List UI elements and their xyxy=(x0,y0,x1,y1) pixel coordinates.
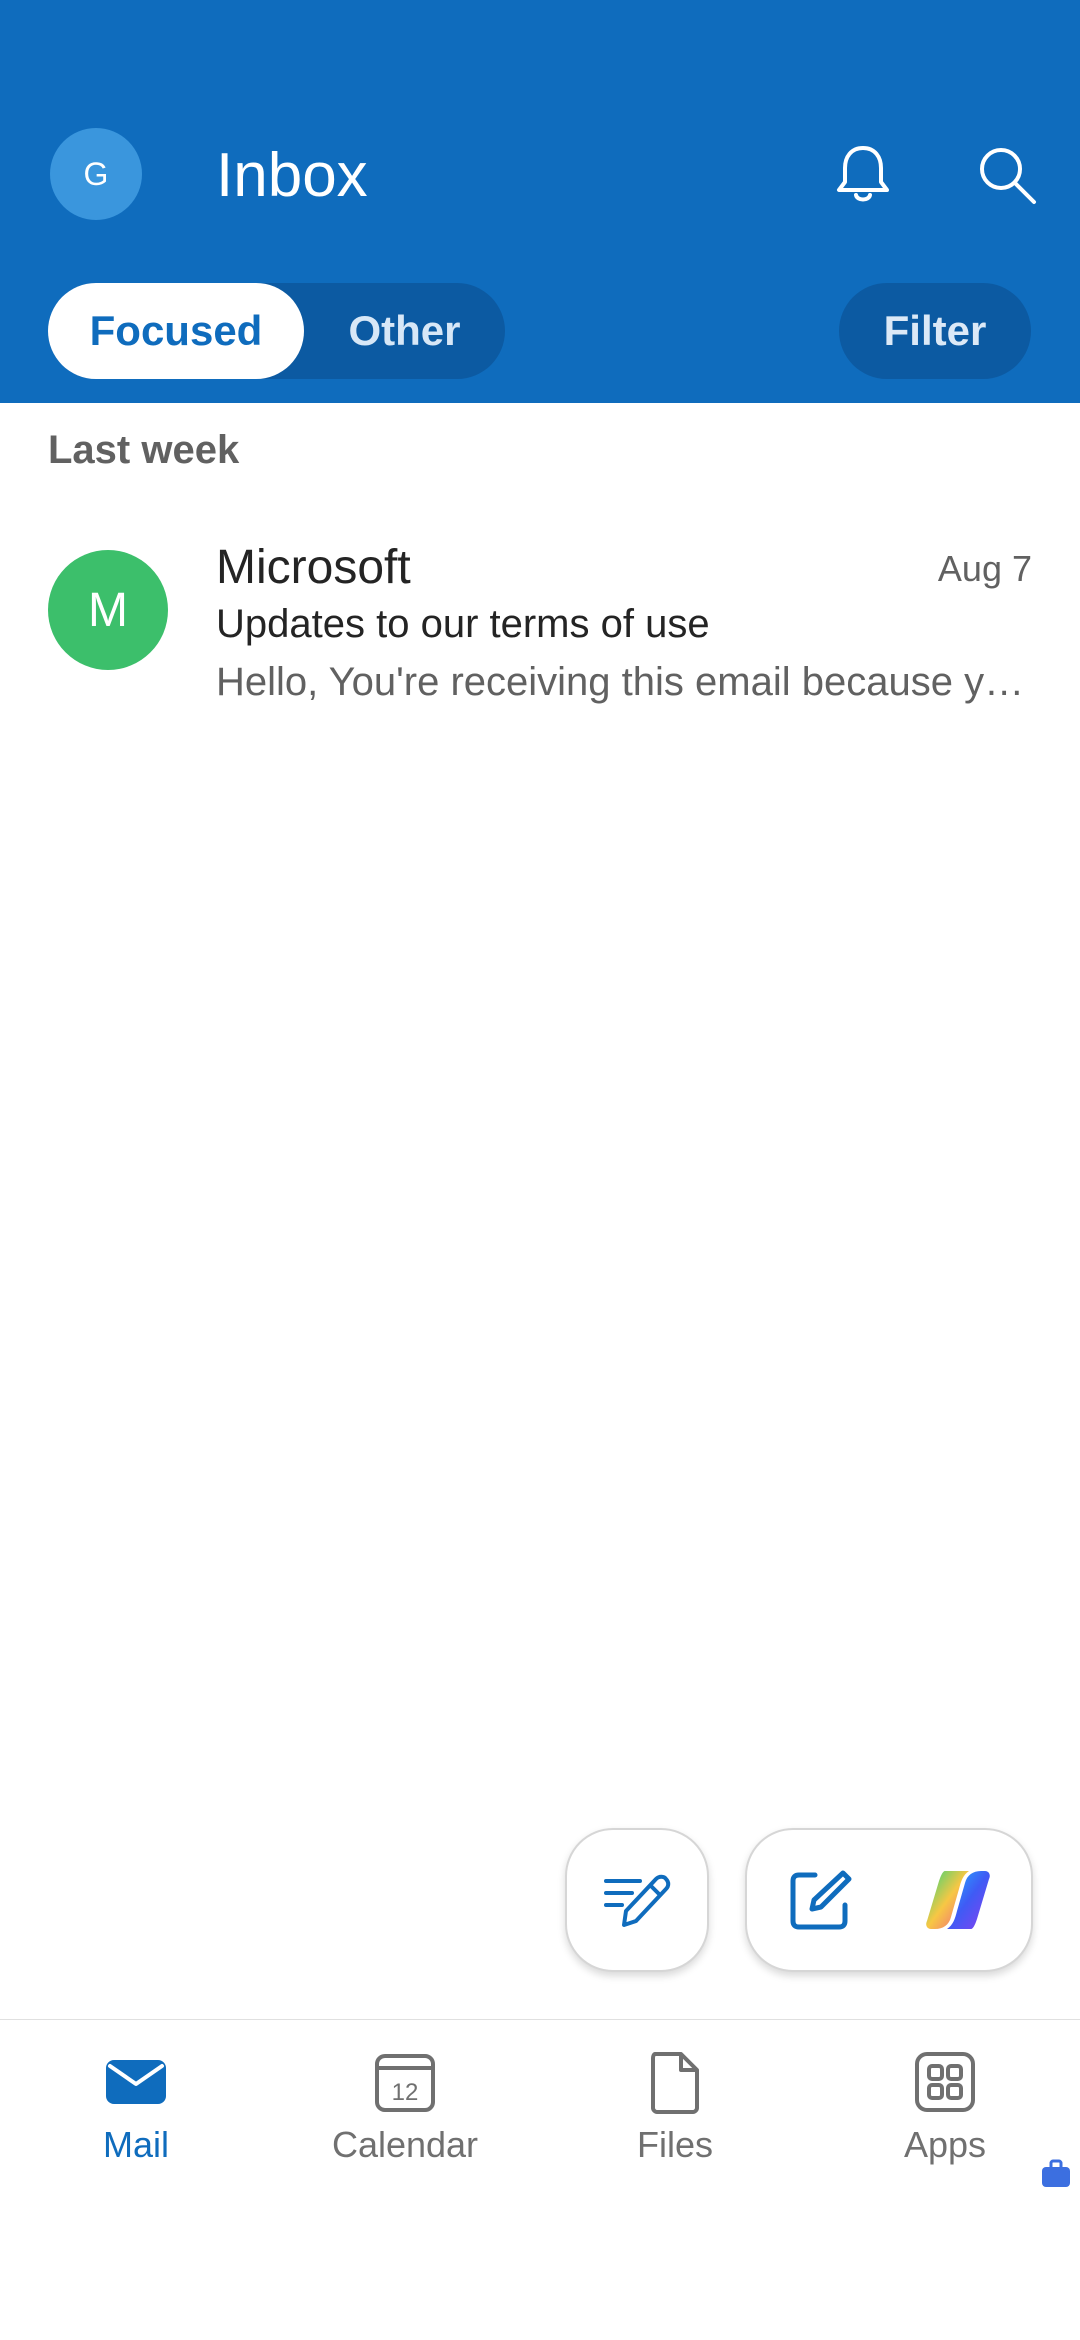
calendar-day-number: 12 xyxy=(392,2079,419,2106)
nav-item-apps[interactable]: Apps xyxy=(845,2050,1045,2170)
search-icon[interactable] xyxy=(972,140,1042,210)
section-header: Last week xyxy=(48,428,240,472)
app-header: G Inbox Focused Other Filter xyxy=(0,0,1080,403)
email-date: Aug 7 xyxy=(937,548,1032,589)
nav-item-calendar[interactable]: 12 Calendar xyxy=(305,2050,505,2170)
nav-item-files[interactable]: Files xyxy=(575,2050,775,2170)
email-sender: Microsoft xyxy=(216,541,411,594)
nav-label-files: Files xyxy=(636,2124,713,2165)
tab-focused[interactable]: Focused xyxy=(48,283,304,379)
tab-other[interactable]: Other xyxy=(304,283,505,379)
list-item[interactable]: M Microsoft Aug 7 Updates to our terms o… xyxy=(0,520,1080,720)
file-icon xyxy=(651,2052,699,2114)
bottom-nav: Mail 12 Calendar Files Apps xyxy=(0,2019,1080,2170)
apps-icon xyxy=(915,2052,975,2112)
bell-icon[interactable] xyxy=(828,140,898,210)
compose-copilot-group xyxy=(745,1828,1033,1972)
nav-label-calendar: Calendar xyxy=(331,2124,479,2165)
briefcase-icon xyxy=(1042,2159,1070,2187)
nav-label-apps: Apps xyxy=(903,2124,987,2165)
filter-button[interactable]: Filter xyxy=(839,283,1031,379)
mail-icon xyxy=(106,2060,166,2104)
email-preview: Hello, You're receiving this email becau… xyxy=(216,660,1026,704)
draw-button[interactable] xyxy=(565,1828,709,1972)
account-avatar[interactable]: G xyxy=(50,128,142,220)
inbox-segment-control: Focused Other xyxy=(48,283,505,379)
nav-item-mail[interactable]: Mail xyxy=(36,2050,236,2170)
account-avatar-initial: G xyxy=(83,155,109,192)
pen-icon xyxy=(604,1874,671,1927)
sender-avatar: M xyxy=(48,550,168,670)
copilot-icon[interactable] xyxy=(923,1865,993,1935)
page-title: Inbox xyxy=(216,141,368,210)
compose-icon[interactable] xyxy=(785,1865,855,1935)
nav-label-mail: Mail xyxy=(102,2124,169,2165)
email-subject: Updates to our terms of use xyxy=(216,602,710,646)
sender-avatar-initial: M xyxy=(88,583,128,637)
calendar-icon: 12 xyxy=(375,2054,435,2112)
